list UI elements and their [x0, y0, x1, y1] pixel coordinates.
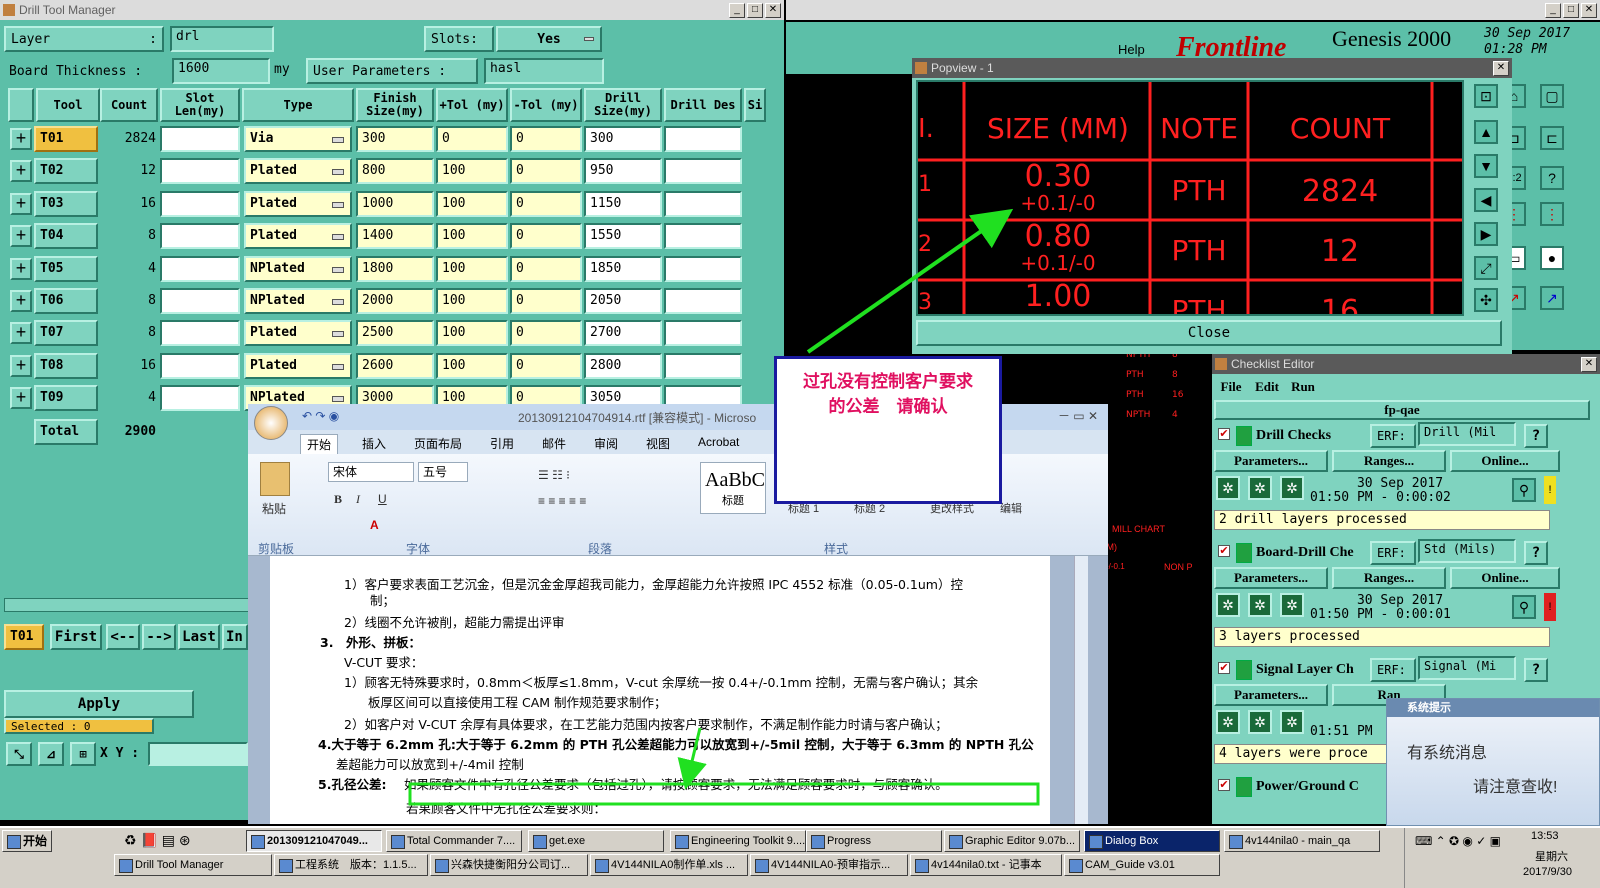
taskbar-button[interactable]: Progress [806, 830, 942, 852]
taskbar-button[interactable]: Engineering Toolkit 9.... [670, 830, 806, 852]
system-message-popup[interactable]: 系统提示 有系统消息 请注意查收! [1386, 698, 1600, 826]
taskbar-button[interactable]: 4V144NILA0-预审指示... [750, 854, 908, 876]
sysmsg-line2: 请注意查收! [1473, 779, 1558, 796]
sysmsg-title: 系统提示 [1387, 699, 1599, 717]
arrow-to-text [677, 727, 707, 790]
sysmsg-line1: 有系统消息 [1407, 745, 1488, 762]
taskbar-button[interactable]: get.exe [528, 830, 664, 852]
taskbar-button[interactable]: 兴森快捷衡阳分公司订... [430, 854, 588, 876]
arrow-to-popview [806, 208, 1014, 354]
tray-icons[interactable]: ⌨ ⌃ ✪ ◉ ✓ ▣ [1415, 834, 1501, 848]
start-button[interactable]: 开始 [2, 830, 52, 852]
taskbar-button[interactable]: CAM_Guide v3.01 [1064, 854, 1220, 876]
taskbar: 开始 ♻ 📕 ▤ ⊛ 201309121047049... Total Comma… [0, 826, 1600, 888]
taskbar-button[interactable]: Drill Tool Manager [114, 854, 272, 876]
office-button[interactable] [254, 406, 288, 440]
quicklaunch-icons[interactable]: ♻ 📕 ▤ ⊛ [124, 832, 191, 849]
highlight-box [408, 782, 1040, 806]
system-tray: ⌨ ⌃ ✪ ◉ ✓ ▣ 13:53 星期六 2017/9/30 [1404, 828, 1600, 888]
taskbar-button[interactable]: 4V144NILA0制作单.xls ... [590, 854, 748, 876]
taskbar-button[interactable]: Dialog Box [1084, 830, 1220, 852]
taskbar-button[interactable]: 4v144nila0.txt - 记事本 [910, 854, 1062, 876]
annotation-arrows [408, 208, 1040, 806]
taskbar-button[interactable]: 201309121047049... [246, 830, 382, 852]
clock-day: 星期六 [1535, 851, 1568, 863]
clock-date: 2017/9/30 [1523, 866, 1572, 878]
taskbar-button[interactable]: 4v144nila0 - main_qa [1224, 830, 1380, 852]
taskbar-button[interactable]: Total Commander 7.... [386, 830, 522, 852]
taskbar-button[interactable]: Graphic Editor 9.07b... [944, 830, 1080, 852]
clock-time: 13:53 [1531, 830, 1559, 842]
taskbar-button[interactable]: 工程系统 版本：1.1.5... [274, 854, 428, 876]
